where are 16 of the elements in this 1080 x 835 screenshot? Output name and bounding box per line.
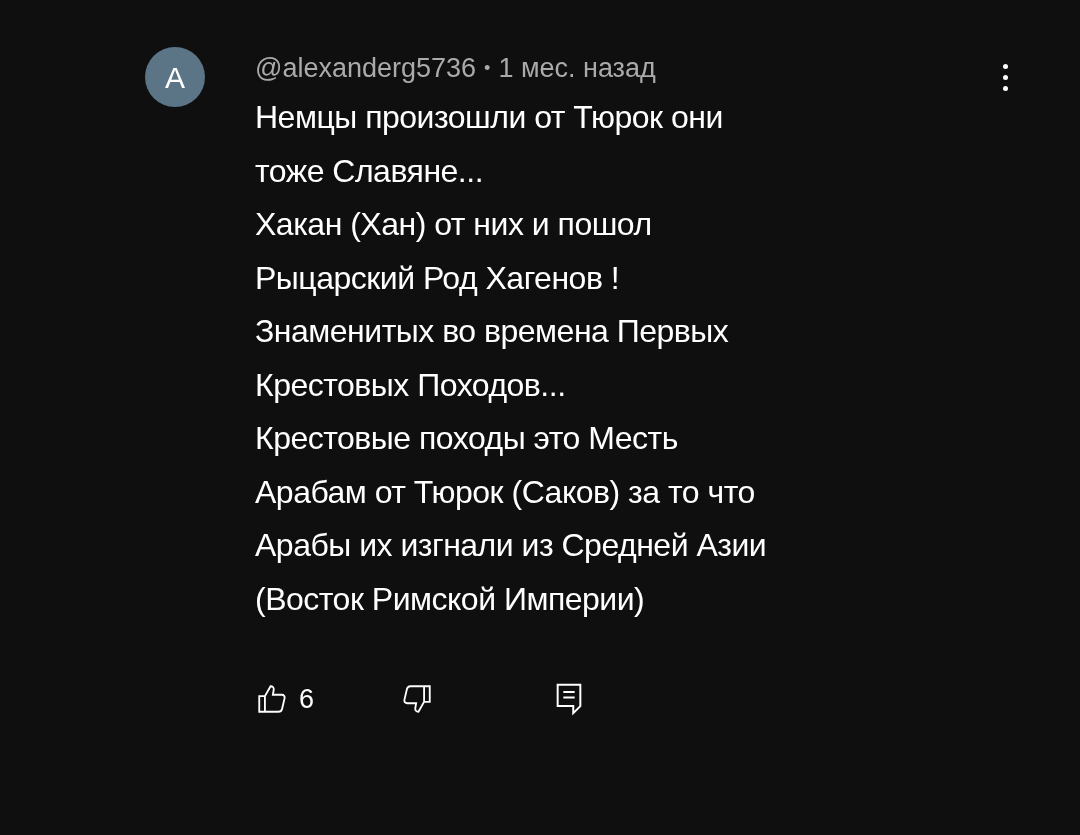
author-name[interactable]: @alexanderg5736 [255, 47, 477, 89]
comment-line: Рыцарский Род Хагенов ! [255, 258, 621, 298]
comment-line: Арабы их изгнали из Средней Азии [255, 526, 767, 565]
comment-line: Немцы произошли от Тюрок они [255, 98, 724, 137]
comment-line: Знаменитых во времена Первых [255, 312, 730, 351]
comment-time: 1 мес. назад [498, 51, 656, 85]
thumbs-up-icon [255, 682, 289, 716]
comment-line: Крестовые походы это Месть [255, 419, 679, 458]
separator: • [484, 56, 491, 80]
comment-line: Хакан (Хан) от них и пошол [255, 205, 653, 244]
comment-line: Крестовых Походов... [255, 365, 567, 405]
like-button[interactable]: 6 [255, 678, 315, 720]
comment-line: (Восток Римской Империи) [255, 579, 646, 619]
comment-line: Арабам от Тюрок (Саков) за то что [255, 472, 756, 512]
comment-line: тоже Славяне... [255, 151, 484, 191]
avatar[interactable]: A [145, 47, 205, 107]
